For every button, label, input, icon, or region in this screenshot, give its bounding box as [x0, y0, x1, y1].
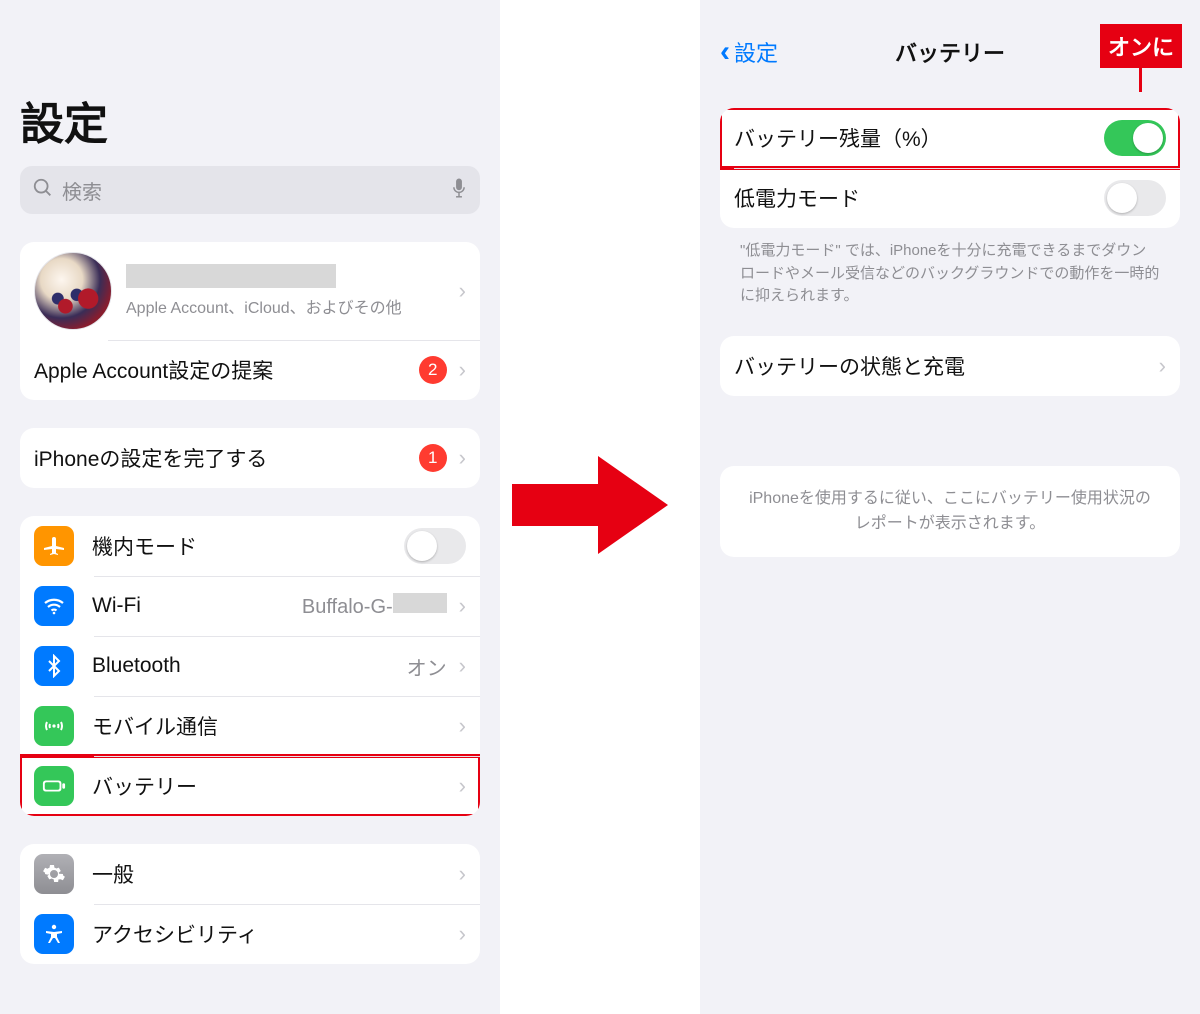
- battery-percentage-row[interactable]: バッテリー残量（%）: [720, 108, 1180, 168]
- low-power-mode-toggle[interactable]: [1104, 180, 1166, 216]
- search-input[interactable]: 検索: [20, 166, 480, 214]
- apple-account-row[interactable]: Apple Account、iCloud、およびその他 ›: [20, 242, 480, 340]
- battery-health-row[interactable]: バッテリーの状態と充電 ›: [720, 336, 1180, 396]
- accessibility-icon: [34, 914, 74, 954]
- accessibility-label: アクセシビリティ: [92, 919, 451, 949]
- airplane-icon: [34, 526, 74, 566]
- wifi-value: Buffalo-G-: [302, 593, 447, 619]
- airplane-toggle[interactable]: [404, 528, 466, 564]
- finish-setup-label: iPhoneの設定を完了する: [34, 443, 419, 473]
- battery-percentage-toggle[interactable]: [1104, 120, 1166, 156]
- wifi-value-masked: [393, 593, 447, 613]
- general-label: 一般: [92, 859, 451, 889]
- chevron-right-icon: ›: [459, 278, 466, 304]
- callout-connector: [1139, 66, 1142, 92]
- usage-report-note: iPhoneを使用するに従い、ここにバッテリー使用状況のレポートが表示されます。: [720, 466, 1180, 557]
- chevron-right-icon: ›: [459, 653, 466, 679]
- battery-health-label: バッテリーの状態と充電: [734, 351, 1151, 381]
- mic-icon[interactable]: [450, 177, 468, 204]
- bluetooth-row[interactable]: Bluetooth オン ›: [20, 636, 480, 696]
- gear-icon: [34, 854, 74, 894]
- arrow-right-icon: [512, 450, 668, 560]
- chevron-right-icon: ›: [459, 861, 466, 887]
- cellular-label: モバイル通信: [92, 711, 451, 741]
- airplane-label: 機内モード: [92, 531, 404, 561]
- avatar: [34, 252, 112, 330]
- wifi-row[interactable]: Wi-Fi Buffalo-G- ›: [20, 576, 480, 636]
- battery-percentage-label: バッテリー残量（%）: [734, 123, 1104, 153]
- apple-account-suggestion-row[interactable]: Apple Account設定の提案 2 ›: [20, 340, 480, 400]
- battery-label: バッテリー: [92, 771, 451, 801]
- bluetooth-label: Bluetooth: [92, 654, 407, 678]
- search-placeholder: 検索: [62, 176, 450, 205]
- chevron-right-icon: ›: [459, 593, 466, 619]
- finish-setup-row[interactable]: iPhoneの設定を完了する 1 ›: [20, 428, 480, 488]
- badge-count: 1: [419, 444, 447, 472]
- bluetooth-icon: [34, 646, 74, 686]
- low-power-mode-row[interactable]: 低電力モード: [720, 168, 1180, 228]
- bluetooth-value: オン: [407, 652, 447, 681]
- chevron-right-icon: ›: [459, 357, 466, 383]
- chevron-right-icon: ›: [459, 445, 466, 471]
- search-icon: [32, 177, 54, 204]
- wifi-label: Wi-Fi: [92, 594, 302, 618]
- battery-row[interactable]: バッテリー ›: [20, 756, 480, 816]
- airplane-mode-row[interactable]: 機内モード: [20, 516, 480, 576]
- low-power-mode-label: 低電力モード: [734, 183, 1104, 213]
- battery-icon: [34, 766, 74, 806]
- cellular-row[interactable]: モバイル通信 ›: [20, 696, 480, 756]
- cellular-icon: [34, 706, 74, 746]
- badge-count: 2: [419, 356, 447, 384]
- suggestion-label: Apple Account設定の提案: [34, 355, 419, 385]
- account-name-masked: [126, 264, 336, 288]
- chevron-right-icon: ›: [459, 773, 466, 799]
- chevron-right-icon: ›: [1159, 353, 1166, 379]
- low-power-mode-note: "低電力モード" では、iPhoneを十分に充電できるまでダウンロードやメール受…: [720, 228, 1180, 308]
- accessibility-row[interactable]: アクセシビリティ ›: [20, 904, 480, 964]
- chevron-right-icon: ›: [459, 921, 466, 947]
- chevron-right-icon: ›: [459, 713, 466, 739]
- account-subtitle: Apple Account、iCloud、およびその他: [126, 294, 451, 318]
- general-row[interactable]: 一般 ›: [20, 844, 480, 904]
- page-title: 設定: [20, 88, 480, 152]
- wifi-icon: [34, 586, 74, 626]
- callout-label: オンに: [1100, 24, 1182, 68]
